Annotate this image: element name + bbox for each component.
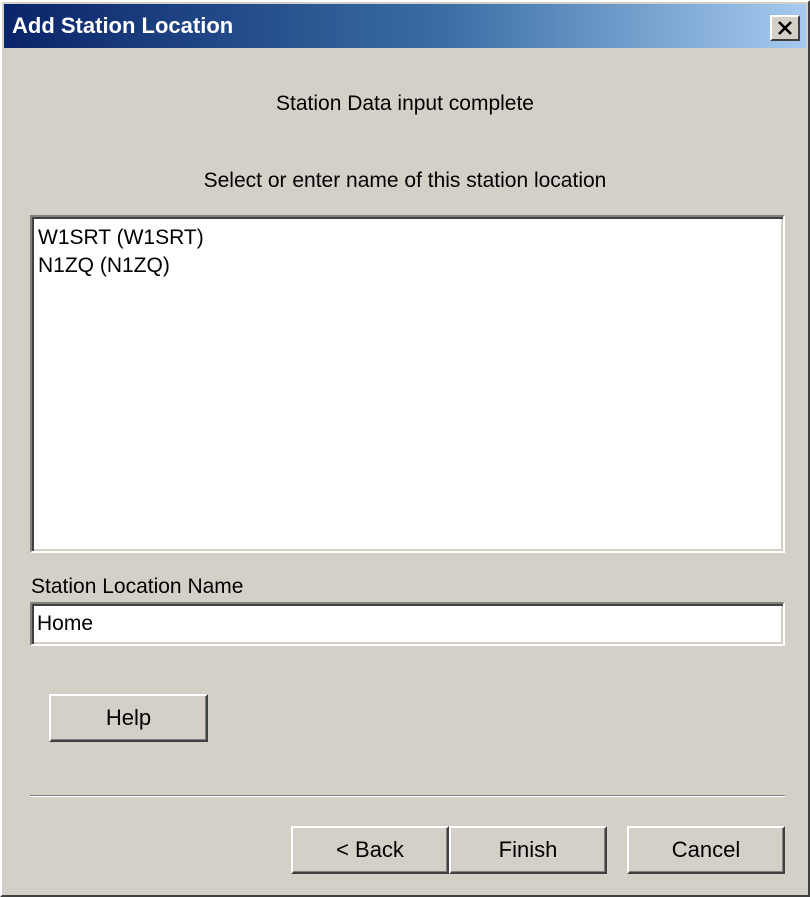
status-text: Station Data input complete — [276, 92, 534, 115]
close-button[interactable] — [770, 15, 800, 41]
close-icon — [778, 21, 792, 35]
list-item[interactable]: N1ZQ (N1ZQ) — [38, 252, 777, 280]
station-location-list[interactable]: W1SRT (W1SRT) N1ZQ (N1ZQ) — [30, 215, 785, 553]
list-item[interactable]: W1SRT (W1SRT) — [38, 224, 777, 252]
help-button[interactable]: Help — [49, 694, 208, 742]
cancel-button[interactable]: Cancel — [627, 826, 785, 874]
instruction-text: Select or enter name of this station loc… — [203, 169, 607, 192]
station-location-name-label: Station Location Name — [31, 575, 244, 598]
separator — [30, 795, 785, 797]
add-station-location-dialog: Add Station Location Station Data input … — [0, 0, 810, 897]
window-title: Add Station Location — [12, 13, 234, 38]
finish-button[interactable]: Finish — [449, 826, 607, 874]
station-location-name-input[interactable] — [30, 602, 785, 646]
back-button[interactable]: < Back — [291, 826, 449, 874]
title-bar[interactable]: Add Station Location — [4, 4, 806, 48]
